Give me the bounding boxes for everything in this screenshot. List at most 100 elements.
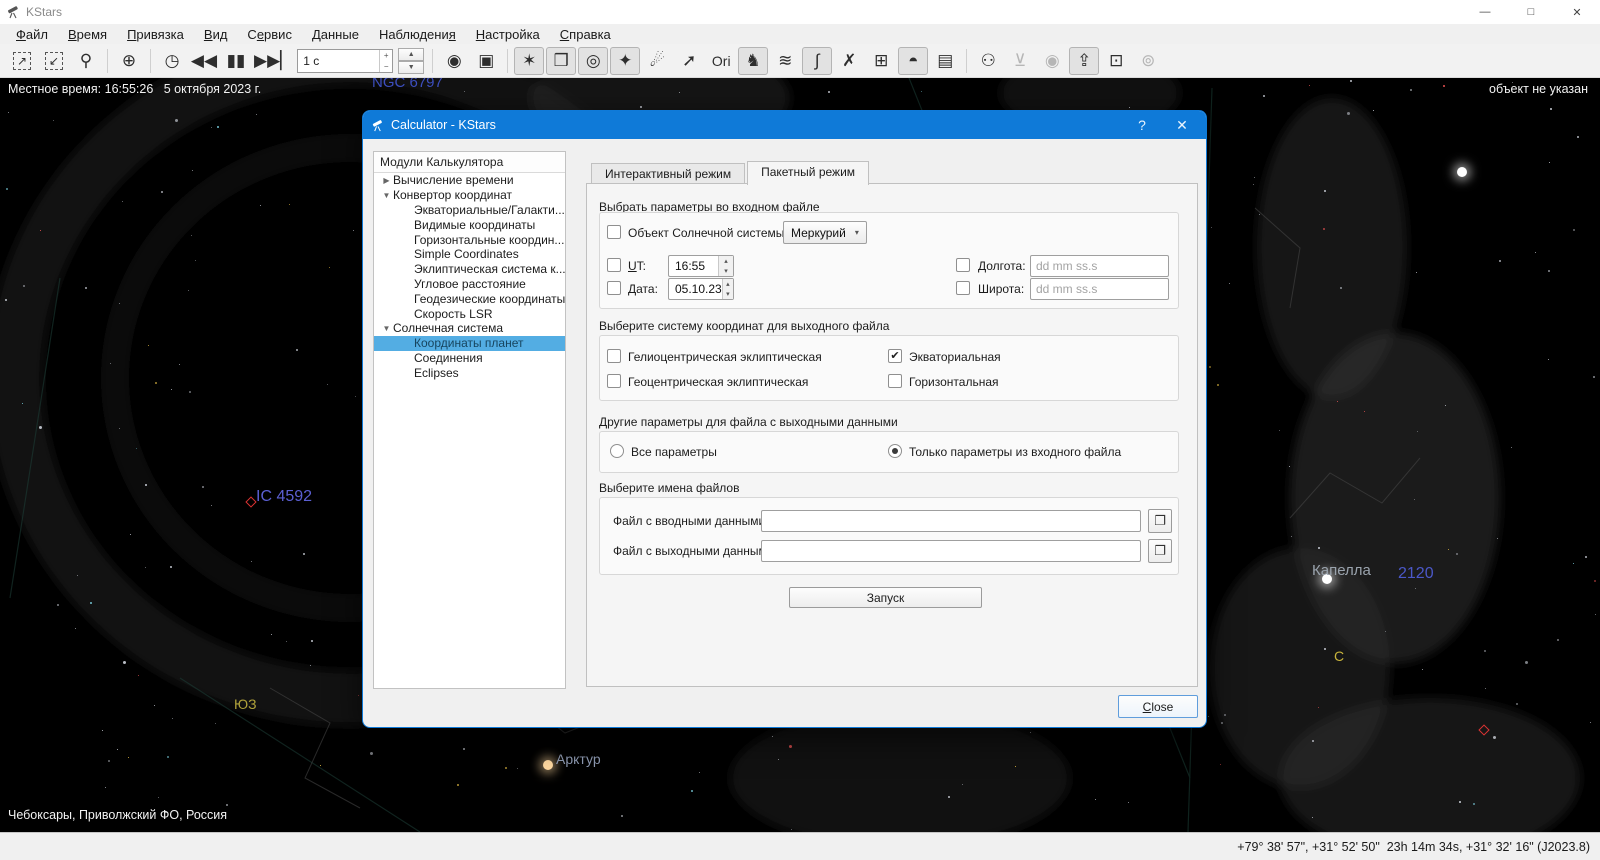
input-file-browse-button[interactable]: ❐ [1148,509,1172,533]
ut-checkbox[interactable] [607,258,621,272]
tree-item-вычисление-времени[interactable]: ▶ Вычисление времени [374,173,565,188]
show-constellation-art-icon[interactable]: ♞ [738,46,769,75]
sky-label-арктур: Арктур [556,751,601,767]
params-radio-0[interactable] [610,444,624,458]
tree-item-солнечная-система[interactable]: ▼ Солнечная система [374,321,565,336]
menu-settings[interactable]: Настройка [466,26,550,43]
zoom-out-fit-icon[interactable]: ↗ [7,47,37,75]
tree-item-label: Координаты планет [414,336,524,351]
tree-item-геодезические-координаты[interactable]: Геодезические координаты [374,291,565,306]
timestep-plus-minus[interactable]: + − [379,49,392,72]
dialog-close-button[interactable]: ✕ [1162,111,1202,139]
toolbar-separator [107,48,108,73]
solar-object-combo[interactable]: Меркурий ▾ [783,221,867,244]
input-file-field[interactable] [761,510,1141,532]
output-file-browse-button[interactable]: ❐ [1148,539,1172,563]
show-milky-way-icon[interactable]: ∫ [802,46,833,75]
latitude-input[interactable] [1030,278,1169,300]
frame-capture-icon[interactable]: ⇪ [1069,46,1100,75]
params-radio-1[interactable] [888,444,902,458]
timestep-input[interactable]: 1 с + − [297,48,394,73]
whats-interesting-icon[interactable]: ▤ [930,47,960,75]
sky-label-с: С [1334,648,1345,664]
time-clock-icon[interactable]: ◷ [157,47,187,75]
show-solar-system-icon[interactable]: ◎ [578,46,609,75]
show-equatorial-grid-icon[interactable]: ⊞ [866,47,896,75]
branch-open-icon[interactable]: ▼ [380,191,393,200]
tree-item-соединения[interactable]: Соединения [374,351,565,366]
menu-tools[interactable]: Сервис [237,26,302,43]
menu-data[interactable]: Данные [302,26,369,43]
mouse-control-icon[interactable]: ⚇ [973,47,1003,75]
tree-item-скорость-lsr[interactable]: Скорость LSR [374,306,565,321]
coord-checkbox-1[interactable]: ✔ [888,349,902,363]
output-file-field[interactable] [761,540,1141,562]
time-pause-icon[interactable]: ▮▮ [221,47,251,75]
date-spinbox[interactable]: 05.10.23 ▴ ▾ [668,278,734,300]
show-comets-icon[interactable]: ☄ [642,47,672,75]
close-button[interactable]: ✕ [1554,0,1600,24]
show-deep-sky-icon[interactable]: ❒ [546,46,577,75]
tree-item-eclipses[interactable]: Eclipses [374,365,565,380]
timestep-down-button[interactable]: ▼ [398,60,425,74]
open-file-icon: ❐ [1154,543,1166,558]
longitude-checkbox[interactable] [956,258,970,272]
show-constellation-names-icon[interactable]: Ori [706,47,736,75]
menu-file[interactable]: Файл [6,26,58,43]
menu-help[interactable]: Справка [550,26,621,43]
tree-item-simple-coordinates[interactable]: Simple Coordinates [374,247,565,262]
coord-checkbox-3[interactable] [888,374,902,388]
tab-batch-mode[interactable]: Пакетный режим [747,161,870,185]
zoom-in-fit-icon[interactable]: ↙ [39,47,69,75]
dialog-titlebar[interactable]: Calculator - KStars ? ✕ [363,111,1206,139]
ut-spin-arrows[interactable]: ▴ ▾ [718,256,733,276]
show-stars-icon[interactable]: ✶ [514,46,545,75]
track-object-icon[interactable]: ◉ [439,47,469,75]
show-constellation-lines-icon[interactable]: ≋ [770,47,800,75]
date-spin-arrows[interactable]: ▴ ▾ [721,279,733,299]
tree-item-экваториальные-галакти-[interactable]: Экваториальные/Галакти... [374,203,565,218]
show-satellites-icon[interactable]: ➚ [674,47,704,75]
date-checkbox[interactable] [607,281,621,295]
maximize-button[interactable]: □ [1508,0,1554,24]
coord-checkbox-2[interactable] [607,374,621,388]
kstars-window: KStars — □ ✕ Файл Время Привязка Вид Сервис Д… [0,0,1600,860]
ut-spinbox[interactable]: 16:55 ▴ ▾ [668,255,734,277]
longitude-input[interactable] [1030,255,1169,277]
menu-view[interactable]: Вид [194,26,238,43]
time-forward-icon[interactable]: ▶▶▏ [253,47,294,75]
tree-item-эклиптическая-система-к-[interactable]: Эклиптическая система к... [374,262,565,277]
coord-checkbox-0[interactable] [607,349,621,363]
find-object-icon[interactable]: ⚲ [71,47,101,75]
timestep-minus[interactable]: − [380,61,392,72]
tree-item-координаты-планет[interactable]: Координаты планет [374,335,565,351]
tab-interactive-mode[interactable]: Интерактивный режим [591,163,746,185]
menu-observation[interactable]: Наблюдения [369,26,466,43]
mode-tabs: Интерактивный режим Пакетный режим [591,161,871,185]
timestep-plus[interactable]: + [380,50,392,61]
run-button[interactable]: Запуск [789,587,982,608]
latitude-checkbox[interactable] [956,281,970,295]
time-rewind-icon[interactable]: ◀◀ [189,47,219,75]
observation-planner-icon: ◉ [1044,50,1060,70]
timestep-spinner[interactable]: ▲ ▼ [398,47,425,74]
dialog-help-button[interactable]: ? [1122,111,1162,139]
branch-open-icon[interactable]: ▼ [380,324,393,333]
geo-location-icon[interactable]: ⊕ [114,47,144,75]
solar-object-checkbox[interactable] [607,225,621,239]
tree-item-угловое-расстояние[interactable]: Угловое расстояние [374,277,565,292]
show-constellation-boundaries-icon[interactable]: ✗ [834,47,864,75]
menu-pointing[interactable]: Привязка [117,26,194,43]
tree-item-конвертор-координат[interactable]: ▼ Конвертор координат [374,188,565,203]
tree-item-видимые-координаты[interactable]: Видимые координаты [374,217,565,232]
show-horizon-icon[interactable]: ◓ [898,46,929,75]
branch-closed-icon[interactable]: ▶ [380,176,393,185]
minimize-button[interactable]: — [1462,0,1508,24]
sky-image-icon[interactable]: ▣ [471,47,501,75]
menu-time[interactable]: Время [58,26,117,43]
dialog-close-pushbutton[interactable]: Close [1118,695,1198,718]
tree-item-горизонтальные-координ-[interactable]: Горизонтальные координ... [374,232,565,247]
timestep-up-button[interactable]: ▲ [398,47,425,61]
fov-editor-icon[interactable]: ⊡ [1101,47,1131,75]
show-supernovae-icon[interactable]: ✦ [610,46,641,75]
